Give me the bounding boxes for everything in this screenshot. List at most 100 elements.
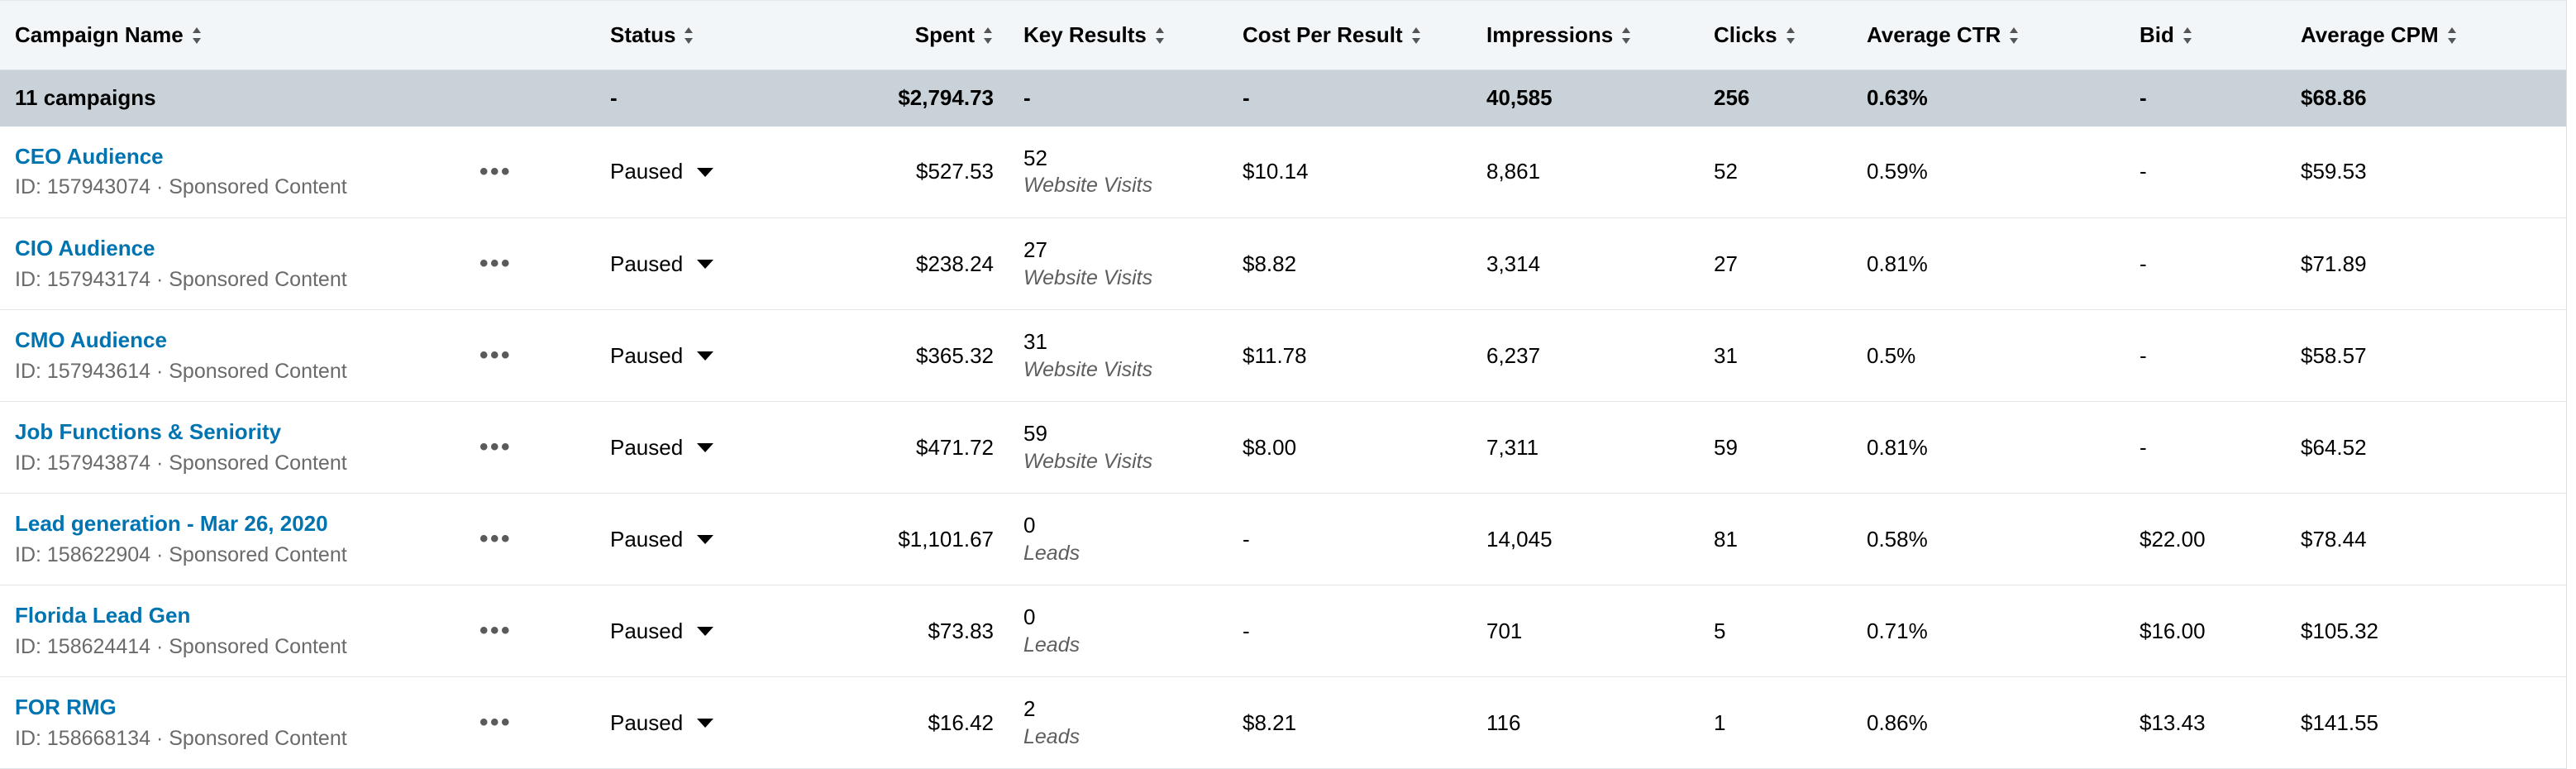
clicks-cell: 59: [1714, 434, 1738, 460]
spent-cell: $73.83: [928, 618, 994, 643]
column-label-bid: Bid: [2140, 22, 2174, 47]
summary-bid: -: [2125, 69, 2286, 127]
status-cell: Paused: [595, 585, 802, 677]
summary-spent: $2,794.73: [802, 69, 1009, 127]
more-options-icon[interactable]: •••: [478, 705, 513, 740]
average-cpm-cell: $64.52: [2301, 434, 2367, 460]
cost-per-result-cell: $8.21: [1243, 709, 1297, 735]
status-dropdown[interactable]: Paused: [610, 619, 714, 644]
average-cpm-cell: $141.55: [2301, 709, 2378, 735]
average-ctr-cell: 0.59%: [1867, 159, 1928, 184]
chevron-down-icon[interactable]: [696, 533, 714, 545]
column-header-bid[interactable]: Bid: [2125, 0, 2286, 70]
more-options-icon[interactable]: •••: [478, 155, 513, 189]
key-results-type: Leads: [1023, 633, 1080, 657]
more-options-icon[interactable]: •••: [478, 430, 513, 465]
sort-icon[interactable]: [2446, 25, 2458, 46]
average-ctr-cell: 0.81%: [1867, 434, 1928, 460]
more-options-icon[interactable]: •••: [478, 614, 513, 648]
sort-icon[interactable]: [1410, 25, 1422, 46]
status-label: Paused: [610, 251, 684, 276]
clicks-cell: 52: [1714, 159, 1738, 184]
column-header-average-cpm[interactable]: Average CPM: [2286, 0, 2566, 70]
sort-icon[interactable]: [2008, 25, 2020, 46]
average-ctr-cell: 0.81%: [1867, 251, 1928, 276]
summary-cost-per-result: -: [1228, 69, 1472, 127]
status-cell: Paused: [595, 310, 802, 402]
impressions-cell: 3,314: [1486, 251, 1541, 276]
column-header-impressions[interactable]: Impressions: [1472, 0, 1699, 70]
average-cpm-cell: $58.57: [2301, 342, 2367, 368]
sort-icon[interactable]: [1785, 25, 1796, 46]
summary-status: -: [595, 69, 802, 127]
sort-icon[interactable]: [1154, 25, 1166, 46]
column-header-cost-per-result[interactable]: Cost Per Result: [1228, 0, 1472, 70]
bid-cell: -: [2140, 434, 2147, 460]
key-results-cell: 2 Leads: [1009, 677, 1228, 769]
column-header-average-ctr[interactable]: Average CTR: [1852, 0, 2125, 70]
column-header-key-results[interactable]: Key Results: [1009, 0, 1228, 70]
status-dropdown[interactable]: Paused: [610, 343, 714, 369]
column-header-clicks[interactable]: Clicks: [1699, 0, 1852, 70]
status-label: Paused: [610, 434, 684, 460]
chevron-down-icon[interactable]: [696, 717, 714, 728]
column-header-spent[interactable]: Spent: [802, 0, 1009, 70]
campaign-name-link[interactable]: CIO Audience: [15, 235, 448, 262]
status-label: Paused: [610, 159, 684, 184]
table-header-row: Campaign Name Status Spent Key Results C…: [0, 0, 2566, 70]
status-dropdown[interactable]: Paused: [610, 159, 714, 184]
campaign-name-link[interactable]: CEO Audience: [15, 143, 448, 170]
key-results-cell: 59 Website Visits: [1009, 402, 1228, 494]
campaign-name-link[interactable]: Job Functions & Seniority: [15, 418, 448, 446]
column-label-average-cpm: Average CPM: [2301, 22, 2439, 47]
row-actions-cell: •••: [463, 677, 595, 769]
sort-icon[interactable]: [191, 25, 203, 46]
impressions-cell: 701: [1486, 618, 1523, 643]
status-dropdown[interactable]: Paused: [610, 435, 714, 461]
table-row: FOR RMG ID: 158668134 · Sponsored Conten…: [0, 676, 2566, 769]
column-header-status[interactable]: Status: [595, 0, 802, 70]
more-options-icon[interactable]: •••: [478, 338, 513, 373]
table-row: CMO Audience ID: 157943614 · Sponsored C…: [0, 309, 2566, 402]
sort-icon[interactable]: [1620, 25, 1632, 46]
campaign-name-cell: Florida Lead Gen ID: 158624414 · Sponsor…: [0, 585, 463, 677]
impressions-cell: 14,045: [1486, 526, 1553, 552]
status-label: Paused: [610, 342, 684, 368]
campaign-name-link[interactable]: Florida Lead Gen: [15, 602, 448, 629]
more-options-icon[interactable]: •••: [478, 522, 513, 556]
status-label: Paused: [610, 526, 684, 552]
chevron-down-icon[interactable]: [696, 350, 714, 361]
campaign-name-cell: Lead generation - Mar 26, 2020 ID: 15862…: [0, 494, 463, 585]
row-actions-cell: •••: [463, 310, 595, 402]
column-header-campaign-name[interactable]: Campaign Name: [0, 0, 463, 70]
key-results-value: 31: [1023, 328, 1047, 354]
status-cell: Paused: [595, 218, 802, 310]
sort-icon[interactable]: [683, 25, 694, 46]
key-results-type: Website Visits: [1023, 265, 1153, 289]
campaign-name-link[interactable]: CMO Audience: [15, 327, 448, 354]
campaign-name-cell: CEO Audience ID: 157943074 · Sponsored C…: [0, 127, 463, 218]
status-dropdown[interactable]: Paused: [610, 251, 714, 277]
table-row: Job Functions & Seniority ID: 157943874 …: [0, 401, 2566, 494]
key-results-cell: 27 Website Visits: [1009, 218, 1228, 310]
average-ctr-cell: 0.71%: [1867, 618, 1928, 643]
clicks-cell: 27: [1714, 251, 1738, 276]
campaign-name-link[interactable]: FOR RMG: [15, 694, 448, 721]
column-label-spent: Spent: [914, 22, 975, 47]
table-scroll-viewport[interactable]: Campaign Name Status Spent Key Results C…: [0, 0, 2567, 769]
sort-icon[interactable]: [982, 25, 994, 46]
clicks-cell: 31: [1714, 342, 1738, 368]
bid-cell: -: [2140, 159, 2147, 184]
average-ctr-cell: 0.5%: [1867, 342, 1916, 368]
chevron-down-icon[interactable]: [696, 625, 714, 637]
bid-cell: $16.00: [2140, 618, 2206, 643]
sort-icon[interactable]: [2182, 25, 2193, 46]
chevron-down-icon[interactable]: [696, 166, 714, 178]
table-row: Florida Lead Gen ID: 158624414 · Sponsor…: [0, 585, 2566, 677]
chevron-down-icon[interactable]: [696, 258, 714, 270]
status-dropdown[interactable]: Paused: [610, 527, 714, 552]
status-dropdown[interactable]: Paused: [610, 710, 714, 736]
campaign-name-link[interactable]: Lead generation - Mar 26, 2020: [15, 510, 448, 537]
more-options-icon[interactable]: •••: [478, 246, 513, 281]
chevron-down-icon[interactable]: [696, 442, 714, 453]
